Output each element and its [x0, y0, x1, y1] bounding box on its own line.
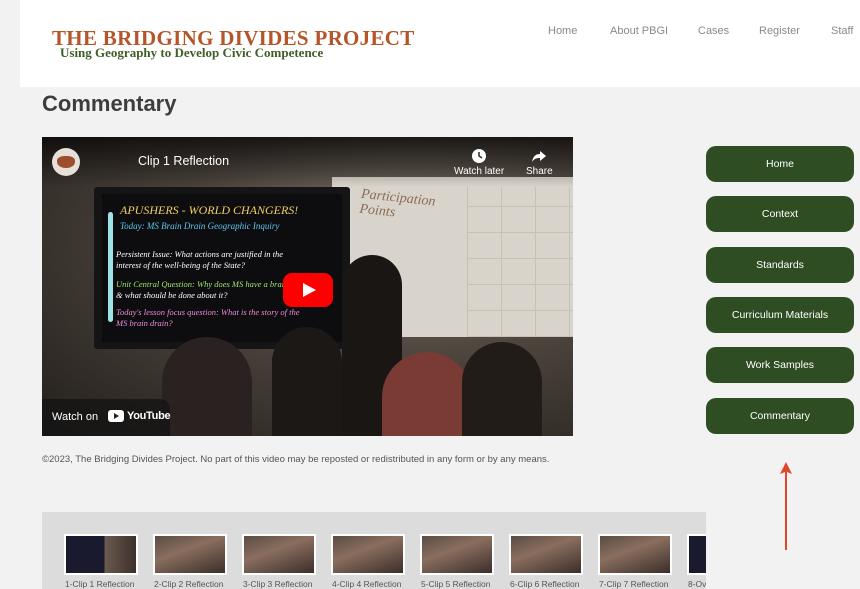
site-subtitle: Using Geography to Develop Civic Compete…	[60, 45, 324, 60]
thumbnail-clip-3[interactable]	[242, 534, 316, 575]
student-figure	[462, 342, 542, 436]
channel-avatar[interactable]	[52, 148, 80, 176]
share-label: Share	[526, 166, 553, 177]
sidebar-button-commentary[interactable]: Commentary	[706, 398, 854, 434]
watch-later-button[interactable]: Watch later	[454, 148, 504, 177]
video-title[interactable]: Clip 1 Reflection	[138, 154, 229, 168]
copyright-notice: ©2023, The Bridging Divides Project. No …	[42, 454, 550, 465]
screen-line: Today's lesson focus question: What is t…	[116, 307, 300, 317]
nav-home[interactable]: Home	[548, 25, 577, 37]
sidebar-button-context[interactable]: Context	[706, 196, 854, 232]
thumbnail-clip-5[interactable]	[420, 534, 494, 575]
watch-on-youtube-button[interactable]: Watch on YouTube	[42, 399, 171, 436]
clock-icon	[472, 149, 487, 163]
sidebar-button-standards[interactable]: Standards	[706, 247, 854, 283]
video-player[interactable]: Participation Points APUSHERS - WORLD CH…	[42, 137, 573, 436]
youtube-wordmark: YouTube	[127, 410, 171, 422]
whiteboard-chart	[467, 187, 573, 337]
nav-cases[interactable]: Cases	[698, 25, 729, 37]
annotation-arrow-icon	[780, 462, 792, 550]
nav-register[interactable]: Register	[759, 25, 800, 37]
share-icon	[532, 151, 547, 162]
thumbnail-caption[interactable]: 4-Clip 4 Reflection	[332, 579, 401, 589]
nav-staff[interactable]: Staff	[831, 25, 853, 37]
thumbnail-caption[interactable]: 2-Clip 2 Reflection	[154, 579, 223, 589]
watch-later-label: Watch later	[454, 166, 505, 177]
thumbnail-caption[interactable]: 3-Clip 3 Reflection	[243, 579, 312, 589]
site-header: THE BRIDGING DIVIDES PROJECT Using Geogr…	[20, 0, 860, 87]
screen-line: MS brain drain?	[116, 318, 173, 328]
share-button[interactable]: Share	[526, 148, 553, 177]
student-figure	[162, 337, 252, 436]
thumbnail-clip-2[interactable]	[153, 534, 227, 575]
thumbnail-caption[interactable]: 8-Ov	[688, 579, 706, 589]
thumbnail-clip-1[interactable]	[64, 534, 138, 575]
screen-line: Persistent Issue: What actions are justi…	[116, 249, 284, 259]
playlist-strip: 1-Clip 1 Reflection 2-Clip 2 Reflection …	[42, 512, 706, 589]
screen-line: interest of the well-being of the State?	[116, 260, 246, 270]
sidebar-button-work-samples[interactable]: Work Samples	[706, 347, 854, 383]
thumbnail-caption[interactable]: 6-Clip 6 Reflection	[510, 579, 579, 589]
youtube-icon	[108, 410, 124, 422]
page-title: Commentary	[42, 91, 177, 116]
thumbnail-caption[interactable]: 1-Clip 1 Reflection	[65, 579, 134, 589]
thumbnail-clip-8[interactable]	[687, 534, 706, 575]
screen-line: & what should be done about it?	[116, 290, 228, 300]
screen-marker	[108, 212, 113, 322]
nav-about[interactable]: About PBGI	[610, 25, 668, 37]
play-button[interactable]	[283, 273, 333, 307]
student-figure	[382, 352, 472, 436]
thumbnail-clip-7[interactable]	[598, 534, 672, 575]
screen-line: Unit Central Question: Why does MS have …	[116, 279, 309, 289]
watch-on-label: Watch on	[52, 411, 99, 423]
student-figure	[272, 327, 342, 436]
screen-subtitle: Today: MS Brain Drain Geographic Inquiry	[120, 221, 280, 231]
thumbnail-caption[interactable]: 5-Clip 5 Reflection	[421, 579, 490, 589]
sidebar-button-home[interactable]: Home	[706, 146, 854, 182]
sidebar-button-curriculum-materials[interactable]: Curriculum Materials	[706, 297, 854, 333]
thumbnail-clip-4[interactable]	[331, 534, 405, 575]
thumbnail-caption[interactable]: 7-Clip 7 Reflection	[599, 579, 668, 589]
thumbnail-clip-6[interactable]	[509, 534, 583, 575]
screen-title: APUSHERS - WORLD CHANGERS!	[120, 203, 299, 217]
